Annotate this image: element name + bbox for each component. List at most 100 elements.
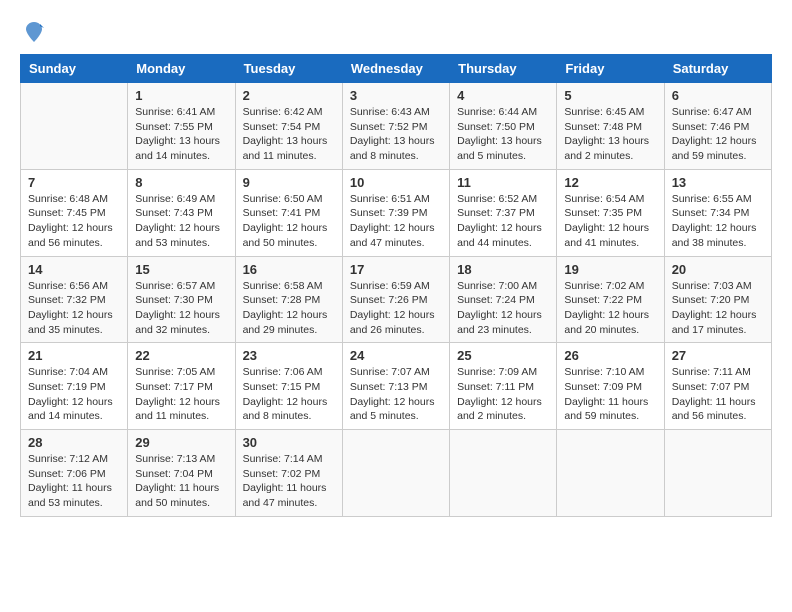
day-number: 16	[243, 262, 335, 277]
day-info: Sunrise: 7:00 AM Sunset: 7:24 PM Dayligh…	[457, 279, 549, 338]
calendar-cell: 21 Sunrise: 7:04 AM Sunset: 7:19 PM Dayli…	[21, 343, 128, 430]
calendar-cell: 4Sunrise: 6:44 AM Sunset: 7:50 PM Daylig…	[450, 83, 557, 170]
calendar-cell: 2Sunrise: 6:42 AM Sunset: 7:54 PM Daylig…	[235, 83, 342, 170]
day-info: Sunrise: 7:05 AM Sunset: 7:17 PM Dayligh…	[135, 365, 227, 424]
calendar-cell: 27 Sunrise: 7:11 AM Sunset: 7:07 PM Dayli…	[664, 343, 771, 430]
day-number: 15	[135, 262, 227, 277]
calendar-cell: 26 Sunrise: 7:10 AM Sunset: 7:09 PM Dayli…	[557, 343, 664, 430]
calendar-week-row: 28Sunrise: 7:12 AM Sunset: 7:06 PM Dayli…	[21, 430, 772, 517]
day-info: Sunrise: 7:13 AM Sunset: 7:04 PM Dayligh…	[135, 452, 227, 511]
day-number: 9	[243, 175, 335, 190]
day-info: Sunrise: 6:52 AM Sunset: 7:37 PM Dayligh…	[457, 192, 549, 251]
day-number: 13	[672, 175, 764, 190]
calendar-header-row: SundayMondayTuesdayWednesdayThursdayFrid…	[21, 55, 772, 83]
day-number: 30	[243, 435, 335, 450]
day-number: 21	[28, 348, 120, 363]
day-info: Sunrise: 7:04 AM Sunset: 7:19 PM Dayligh…	[28, 365, 120, 424]
calendar-cell: 9 Sunrise: 6:50 AM Sunset: 7:41 PM Daylig…	[235, 169, 342, 256]
column-header-wednesday: Wednesday	[342, 55, 449, 83]
calendar-cell	[21, 83, 128, 170]
calendar-cell: 8 Sunrise: 6:49 AM Sunset: 7:43 PM Daylig…	[128, 169, 235, 256]
day-info: Sunrise: 6:49 AM Sunset: 7:43 PM Dayligh…	[135, 192, 227, 251]
day-info: Sunrise: 7:03 AM Sunset: 7:20 PM Dayligh…	[672, 279, 764, 338]
day-info: Sunrise: 7:07 AM Sunset: 7:13 PM Dayligh…	[350, 365, 442, 424]
calendar-cell: 23Sunrise: 7:06 AM Sunset: 7:15 PM Dayli…	[235, 343, 342, 430]
calendar-cell	[342, 430, 449, 517]
day-info: Sunrise: 7:09 AM Sunset: 7:11 PM Dayligh…	[457, 365, 549, 424]
column-header-friday: Friday	[557, 55, 664, 83]
calendar-cell	[664, 430, 771, 517]
day-number: 19	[564, 262, 656, 277]
day-info: Sunrise: 6:54 AM Sunset: 7:35 PM Dayligh…	[564, 192, 656, 251]
day-info: Sunrise: 6:58 AM Sunset: 7:28 PM Dayligh…	[243, 279, 335, 338]
calendar-cell: 7Sunrise: 6:48 AM Sunset: 7:45 PM Daylig…	[21, 169, 128, 256]
day-info: Sunrise: 6:51 AM Sunset: 7:39 PM Dayligh…	[350, 192, 442, 251]
day-info: Sunrise: 7:02 AM Sunset: 7:22 PM Dayligh…	[564, 279, 656, 338]
day-info: Sunrise: 6:59 AM Sunset: 7:26 PM Dayligh…	[350, 279, 442, 338]
day-number: 25	[457, 348, 549, 363]
day-info: Sunrise: 6:50 AM Sunset: 7:41 PM Dayligh…	[243, 192, 335, 251]
calendar-cell	[557, 430, 664, 517]
day-number: 8	[135, 175, 227, 190]
calendar-cell: 20 Sunrise: 7:03 AM Sunset: 7:20 PM Dayli…	[664, 256, 771, 343]
column-header-thursday: Thursday	[450, 55, 557, 83]
calendar-cell: 25 Sunrise: 7:09 AM Sunset: 7:11 PM Dayli…	[450, 343, 557, 430]
logo-icon	[22, 20, 46, 44]
day-info: Sunrise: 6:56 AM Sunset: 7:32 PM Dayligh…	[28, 279, 120, 338]
day-number: 24	[350, 348, 442, 363]
day-info: Sunrise: 6:42 AM Sunset: 7:54 PM Dayligh…	[243, 105, 335, 164]
day-number: 3	[350, 88, 442, 103]
calendar-week-row: 1Sunrise: 6:41 AM Sunset: 7:55 PM Daylig…	[21, 83, 772, 170]
day-info: Sunrise: 7:06 AM Sunset: 7:15 PM Dayligh…	[243, 365, 335, 424]
calendar-week-row: 7Sunrise: 6:48 AM Sunset: 7:45 PM Daylig…	[21, 169, 772, 256]
column-header-tuesday: Tuesday	[235, 55, 342, 83]
calendar-cell: 19 Sunrise: 7:02 AM Sunset: 7:22 PM Dayli…	[557, 256, 664, 343]
calendar-cell: 10 Sunrise: 6:51 AM Sunset: 7:39 PM Dayli…	[342, 169, 449, 256]
page-header	[20, 20, 772, 44]
calendar-cell: 12 Sunrise: 6:54 AM Sunset: 7:35 PM Dayli…	[557, 169, 664, 256]
calendar-table: SundayMondayTuesdayWednesdayThursdayFrid…	[20, 54, 772, 517]
day-number: 1	[135, 88, 227, 103]
calendar-cell: 30Sunrise: 7:14 AM Sunset: 7:02 PM Dayli…	[235, 430, 342, 517]
calendar-cell: 17 Sunrise: 6:59 AM Sunset: 7:26 PM Dayli…	[342, 256, 449, 343]
day-number: 22	[135, 348, 227, 363]
calendar-cell: 1Sunrise: 6:41 AM Sunset: 7:55 PM Daylig…	[128, 83, 235, 170]
calendar-cell: 24 Sunrise: 7:07 AM Sunset: 7:13 PM Dayli…	[342, 343, 449, 430]
calendar-cell: 18 Sunrise: 7:00 AM Sunset: 7:24 PM Dayli…	[450, 256, 557, 343]
day-info: Sunrise: 6:43 AM Sunset: 7:52 PM Dayligh…	[350, 105, 442, 164]
column-header-sunday: Sunday	[21, 55, 128, 83]
day-number: 20	[672, 262, 764, 277]
day-number: 27	[672, 348, 764, 363]
calendar-cell: 13 Sunrise: 6:55 AM Sunset: 7:34 PM Dayli…	[664, 169, 771, 256]
day-number: 12	[564, 175, 656, 190]
calendar-cell: 28Sunrise: 7:12 AM Sunset: 7:06 PM Dayli…	[21, 430, 128, 517]
calendar-cell	[450, 430, 557, 517]
day-info: Sunrise: 6:55 AM Sunset: 7:34 PM Dayligh…	[672, 192, 764, 251]
day-number: 5	[564, 88, 656, 103]
calendar-cell: 16 Sunrise: 6:58 AM Sunset: 7:28 PM Dayli…	[235, 256, 342, 343]
day-number: 4	[457, 88, 549, 103]
calendar-cell: 11Sunrise: 6:52 AM Sunset: 7:37 PM Dayli…	[450, 169, 557, 256]
day-number: 29	[135, 435, 227, 450]
column-header-saturday: Saturday	[664, 55, 771, 83]
day-number: 26	[564, 348, 656, 363]
column-header-monday: Monday	[128, 55, 235, 83]
calendar-cell: 5Sunrise: 6:45 AM Sunset: 7:48 PM Daylig…	[557, 83, 664, 170]
logo	[20, 20, 46, 44]
day-info: Sunrise: 7:10 AM Sunset: 7:09 PM Dayligh…	[564, 365, 656, 424]
day-number: 6	[672, 88, 764, 103]
day-info: Sunrise: 7:11 AM Sunset: 7:07 PM Dayligh…	[672, 365, 764, 424]
calendar-cell: 22 Sunrise: 7:05 AM Sunset: 7:17 PM Dayli…	[128, 343, 235, 430]
day-number: 28	[28, 435, 120, 450]
calendar-cell: 15 Sunrise: 6:57 AM Sunset: 7:30 PM Dayli…	[128, 256, 235, 343]
calendar-week-row: 21 Sunrise: 7:04 AM Sunset: 7:19 PM Dayli…	[21, 343, 772, 430]
day-number: 17	[350, 262, 442, 277]
day-number: 14	[28, 262, 120, 277]
calendar-week-row: 14 Sunrise: 6:56 AM Sunset: 7:32 PM Dayli…	[21, 256, 772, 343]
day-info: Sunrise: 6:47 AM Sunset: 7:46 PM Dayligh…	[672, 105, 764, 164]
calendar-cell: 3 Sunrise: 6:43 AM Sunset: 7:52 PM Daylig…	[342, 83, 449, 170]
day-number: 7	[28, 175, 120, 190]
day-number: 18	[457, 262, 549, 277]
day-number: 10	[350, 175, 442, 190]
day-info: Sunrise: 6:57 AM Sunset: 7:30 PM Dayligh…	[135, 279, 227, 338]
